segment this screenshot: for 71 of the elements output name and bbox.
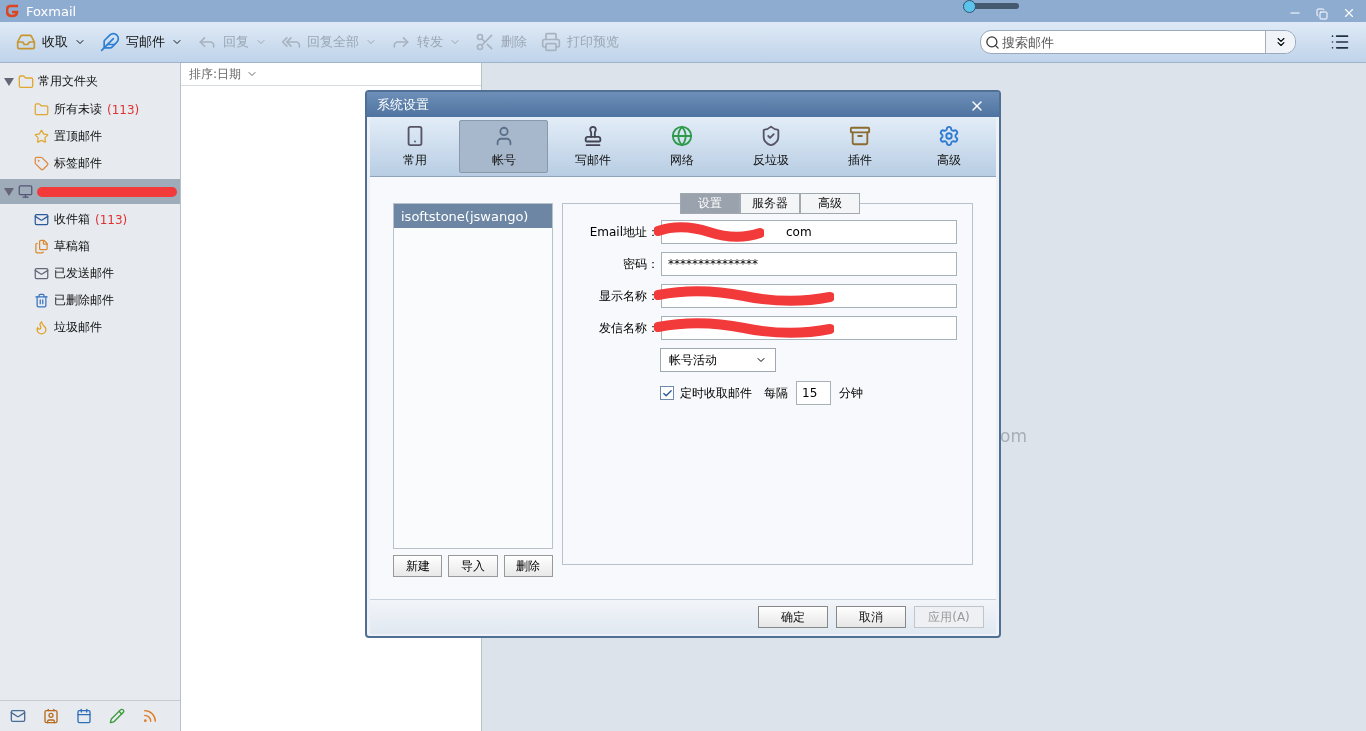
search-options-button[interactable]	[1265, 31, 1295, 53]
restore-icon	[1316, 8, 1328, 20]
folder-item[interactable]: 已发送邮件	[0, 260, 180, 287]
account-item[interactable]: isoftstone(jswango)	[394, 204, 552, 228]
folder-item[interactable]: 置顶邮件	[0, 123, 180, 150]
contacts-icon[interactable]	[43, 708, 59, 724]
menu-icon	[1330, 32, 1350, 52]
logo-icon	[6, 4, 20, 18]
settings-tab[interactable]: 插件	[815, 120, 904, 173]
settings-tab[interactable]: 高级	[904, 120, 993, 173]
feather-icon	[100, 32, 120, 52]
settings-tab[interactable]: 帐号	[459, 120, 548, 173]
checkbox-label: 定时收取邮件	[680, 384, 752, 402]
account-button[interactable]: 删除	[503, 555, 553, 577]
trash-icon	[34, 293, 49, 308]
globe-icon	[670, 124, 693, 147]
sub-tab[interactable]: 服务器	[740, 193, 800, 214]
toolbar-button[interactable]: 写邮件	[94, 26, 189, 58]
settings-tab[interactable]: 反垃圾	[726, 120, 815, 173]
pages-icon	[34, 239, 49, 254]
flame-icon	[34, 320, 49, 335]
settings-tab[interactable]: 网络	[637, 120, 726, 173]
inbox-icon	[16, 32, 36, 52]
account-icon	[18, 184, 33, 199]
settings-tab[interactable]: 写邮件	[548, 120, 637, 173]
unit-label: 分钟	[839, 384, 863, 402]
sort-button[interactable]: 排序:日期	[189, 65, 259, 83]
calendar-icon[interactable]	[76, 708, 92, 724]
interval-label: 每隔	[764, 384, 788, 402]
search-icon	[985, 34, 1000, 50]
dialog-button[interactable]: 确定	[758, 606, 828, 628]
expand-triangle-icon[interactable]	[4, 77, 14, 86]
scissors-icon	[475, 32, 495, 52]
toolbar-button[interactable]: 收取	[10, 26, 92, 58]
archive-box-icon	[848, 124, 871, 147]
search-field[interactable]: 搜索邮件	[980, 30, 1296, 54]
rss-icon[interactable]	[142, 708, 158, 724]
field-label: Email地址：	[588, 223, 660, 241]
printer-icon	[541, 32, 561, 52]
envelope-icon	[34, 266, 49, 281]
folder-item[interactable]: 垃圾邮件	[0, 314, 180, 341]
field-label: 显示名称：	[598, 287, 660, 305]
folder-item[interactable]: 标签邮件	[0, 150, 180, 177]
folder-group[interactable]: 常用文件夹	[0, 69, 180, 94]
star-icon	[34, 129, 49, 144]
slider-thumb[interactable]	[962, 0, 976, 13]
pencil-icon[interactable]	[109, 708, 125, 724]
interval-field[interactable]: 15	[796, 381, 831, 405]
sub-tab[interactable]: 高级	[800, 193, 860, 214]
folder-item[interactable]: 收件箱 (113)	[0, 206, 180, 233]
settings-tab[interactable]: 常用	[370, 120, 459, 173]
gear-icon	[937, 124, 960, 147]
dialog-title: 系统设置	[377, 95, 429, 114]
checkbox[interactable]	[660, 386, 674, 400]
expand-triangle-icon[interactable]	[4, 187, 14, 196]
account-button[interactable]: 导入	[448, 555, 498, 577]
close-icon	[1342, 6, 1356, 20]
folder-item[interactable]: 草稿箱	[0, 233, 180, 260]
field-label: 密码：	[622, 255, 660, 273]
folder-item[interactable]: 所有未读 (113)	[0, 96, 180, 123]
mail-icon[interactable]	[10, 708, 26, 724]
window-title: Foxmail	[26, 3, 77, 19]
folder-icon	[18, 73, 34, 90]
dialog-button[interactable]: 取消	[836, 606, 906, 628]
status-dropdown[interactable]: 帐号活动	[660, 348, 776, 372]
field-label: 发信名称：	[598, 319, 660, 337]
account-button[interactable]: 新建	[393, 555, 443, 577]
inbox-icon	[34, 212, 49, 227]
folder-icon	[34, 102, 49, 117]
tag-icon	[34, 156, 49, 171]
folder-item[interactable]: 已删除邮件	[0, 287, 180, 314]
